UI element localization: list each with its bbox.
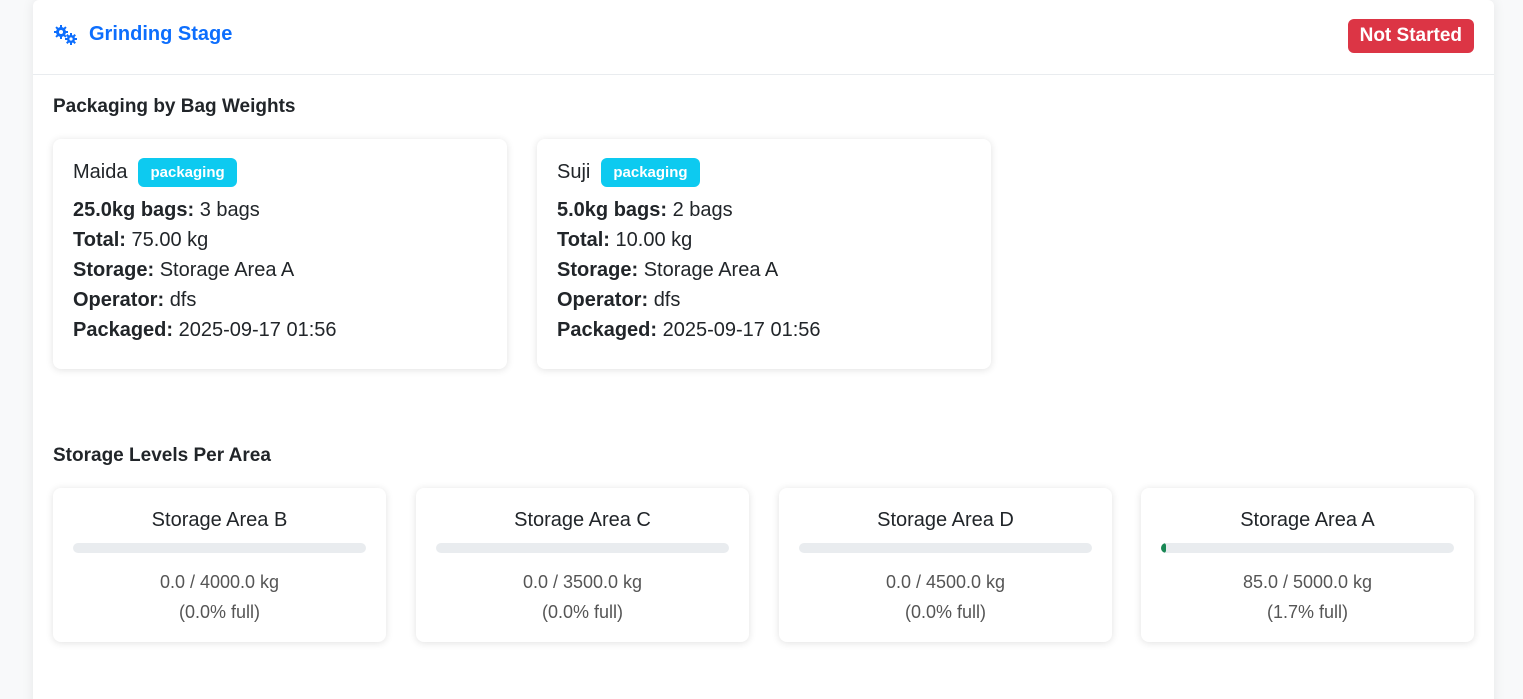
stage-title-text: Grinding Stage [89,23,233,45]
storage-percent: (0.0% full) [178,602,261,622]
total-line: Total: 10.00 kg [557,229,693,251]
gears-icon [53,24,79,46]
stage-title: Grinding Stage [53,23,232,46]
storage-card-b: Storage Area B 0.0 / 4000.0 kg (0.0% ful… [53,488,386,642]
storage-area-name: Storage Area A [1240,509,1375,531]
storage-amount: 0.0 / 4000.0 kg [159,572,280,592]
storage-card-a: Storage Area A 85.0 / 5000.0 kg (1.7% fu… [1141,488,1474,642]
storage-card-d: Storage Area D 0.0 / 4500.0 kg (0.0% ful… [779,488,1112,642]
storage-progress-bar [1161,543,1454,553]
storage-percent: (1.7% full) [1266,602,1349,622]
packaged-line: Packaged: 2025-09-17 01:56 [557,319,821,341]
status-badge: Not Started [1347,19,1474,53]
bag-line: 5.0kg bags: 2 bags [557,199,733,221]
operator-line: Operator: dfs [557,289,681,311]
operator-line: Operator: dfs [73,289,197,311]
packaging-card-maida: Maida packaging 25.0kg bags: 3 bags Tota… [53,139,507,369]
storage-line: Storage: Storage Area A [73,259,295,281]
storage-percent: (0.0% full) [904,602,987,622]
grinding-stage-card: Grinding Stage Not Started Packaging by … [33,0,1494,699]
storage-area-name: Storage Area B [151,509,288,531]
packaging-badge: packaging [601,158,700,187]
storage-progress-fill [1161,543,1166,553]
product-name: Maida [73,161,128,183]
storage-amount: 0.0 / 3500.0 kg [522,572,643,592]
packaging-badge: packaging [138,158,237,187]
storage-percent: (0.0% full) [541,602,624,622]
storage-line: Storage: Storage Area A [557,259,779,281]
product-name: Suji [557,161,591,183]
storage-section-title: Storage Levels Per Area [53,445,271,466]
storage-progress-bar [73,543,366,553]
storage-progress-bar [799,543,1092,553]
storage-amount: 85.0 / 5000.0 kg [1242,572,1373,592]
packaging-section-title: Packaging by Bag Weights [53,96,296,117]
storage-amount: 0.0 / 4500.0 kg [885,572,1006,592]
bag-line: 25.0kg bags: 3 bags [73,199,260,221]
storage-area-name: Storage Area D [877,509,1014,531]
packaged-line: Packaged: 2025-09-17 01:56 [73,319,337,341]
storage-progress-bar [436,543,729,553]
card-header: Grinding Stage Not Started [33,0,1494,75]
packaging-card-suji: Suji packaging 5.0kg bags: 2 bags Total:… [537,139,991,369]
storage-card-c: Storage Area C 0.0 / 3500.0 kg (0.0% ful… [416,488,749,642]
storage-area-name: Storage Area C [514,509,651,531]
total-line: Total: 75.00 kg [73,229,209,251]
